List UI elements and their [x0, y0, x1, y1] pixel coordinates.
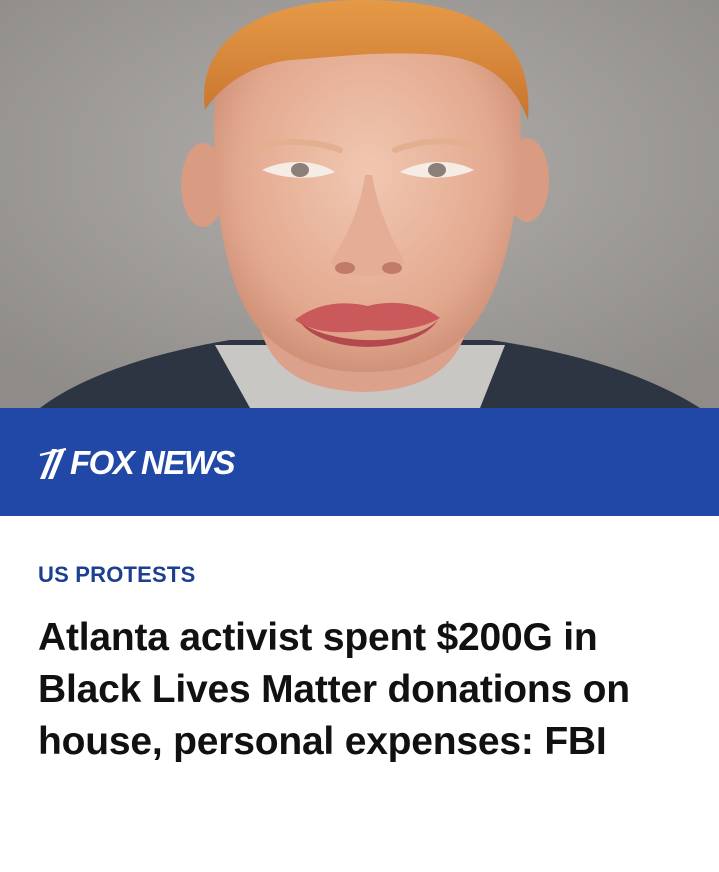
article-photo[interactable] [0, 0, 719, 408]
fox-news-logo-icon [39, 447, 67, 479]
mugshot-photo-icon [0, 0, 719, 408]
news-share-card[interactable]: FOX NEWS US PROTESTS Atlanta activist sp… [0, 0, 719, 872]
brand-banner: FOX NEWS [0, 408, 719, 516]
brand-name: FOX NEWS [70, 444, 236, 481]
article-content: US PROTESTS Atlanta activist spent $200G… [0, 516, 719, 872]
fox-news-logo[interactable]: FOX NEWS [38, 443, 236, 483]
headline[interactable]: Atlanta activist spent $200G in Black Li… [38, 612, 698, 768]
category-label[interactable]: US PROTESTS [38, 562, 195, 588]
